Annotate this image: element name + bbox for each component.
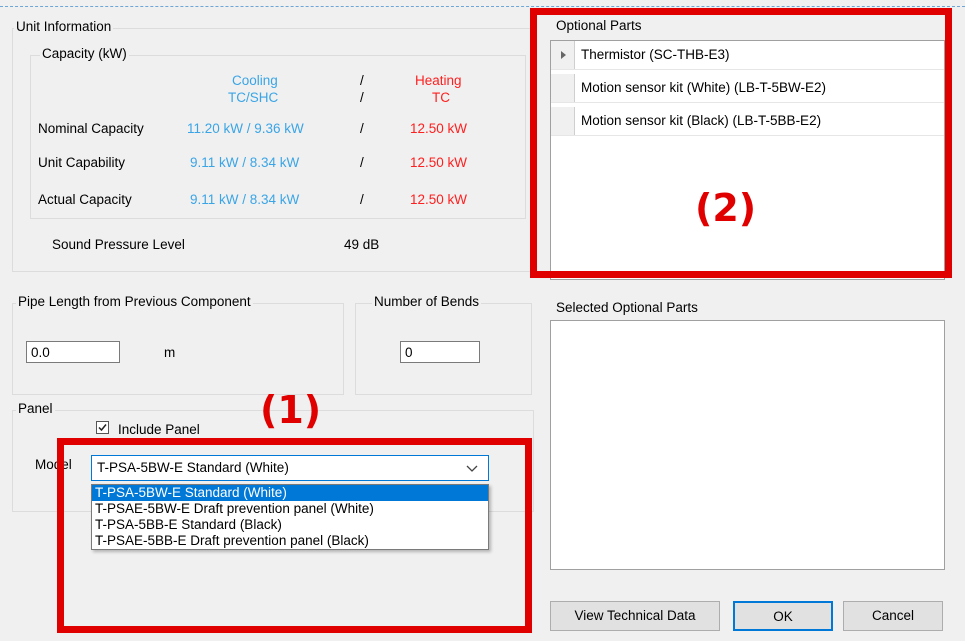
annotation-label-2: (2) xyxy=(695,186,757,230)
highlight-box-1 xyxy=(57,438,532,633)
sound-pressure-label: Sound Pressure Level xyxy=(52,237,185,252)
selected-parts-list[interactable] xyxy=(550,320,945,570)
cooling-header: Cooling xyxy=(232,73,278,88)
pipe-length-title: Pipe Length from Previous Component xyxy=(16,294,253,309)
bends-input[interactable]: 0 xyxy=(400,341,480,363)
row-cooling-actual: 9.11 kW / 8.34 kW xyxy=(190,192,300,207)
row-heating-capability: 12.50 kW xyxy=(410,155,468,170)
view-technical-data-button[interactable]: View Technical Data xyxy=(550,601,720,631)
row-heating-actual: 12.50 kW xyxy=(410,192,468,207)
checkmark-icon xyxy=(98,424,107,432)
cooling-subheader: TC/SHC xyxy=(228,90,279,105)
heating-header: Heating xyxy=(415,73,462,88)
row-label-actual: Actual Capacity xyxy=(38,192,132,207)
row-cooling-capability: 9.11 kW / 8.34 kW xyxy=(190,155,300,170)
header-slash-1: / xyxy=(360,73,364,88)
pipe-length-input[interactable]: 0.0 xyxy=(26,341,120,363)
row-heating-nominal: 12.50 kW xyxy=(410,121,468,136)
row-slash-capability: / xyxy=(360,155,364,170)
include-panel-label: Include Panel xyxy=(118,422,200,437)
cancel-button[interactable]: Cancel xyxy=(843,601,943,631)
row-slash-actual: / xyxy=(360,192,364,207)
unit-information-title: Unit Information xyxy=(14,19,114,34)
header-slash-2: / xyxy=(360,90,364,105)
annotation-label-1: (1) xyxy=(260,388,322,432)
row-cooling-nominal: 11.20 kW / 9.36 kW xyxy=(187,121,304,136)
top-border xyxy=(0,6,965,7)
row-label-capability: Unit Capability xyxy=(38,155,126,170)
panel-title: Panel xyxy=(16,401,55,416)
pipe-length-unit: m xyxy=(164,345,176,360)
ok-button[interactable]: OK xyxy=(733,601,833,631)
capacity-title: Capacity (kW) xyxy=(40,46,129,61)
highlight-box-2 xyxy=(530,8,952,278)
include-panel-checkbox[interactable] xyxy=(96,421,109,434)
bends-title: Number of Bends xyxy=(372,294,482,309)
heating-subheader: TC xyxy=(432,90,450,105)
selected-parts-title: Selected Optional Parts xyxy=(556,300,698,315)
sound-pressure-value: 49 dB xyxy=(344,237,380,252)
row-slash-nominal: / xyxy=(360,121,364,136)
row-label-nominal: Nominal Capacity xyxy=(38,121,144,136)
